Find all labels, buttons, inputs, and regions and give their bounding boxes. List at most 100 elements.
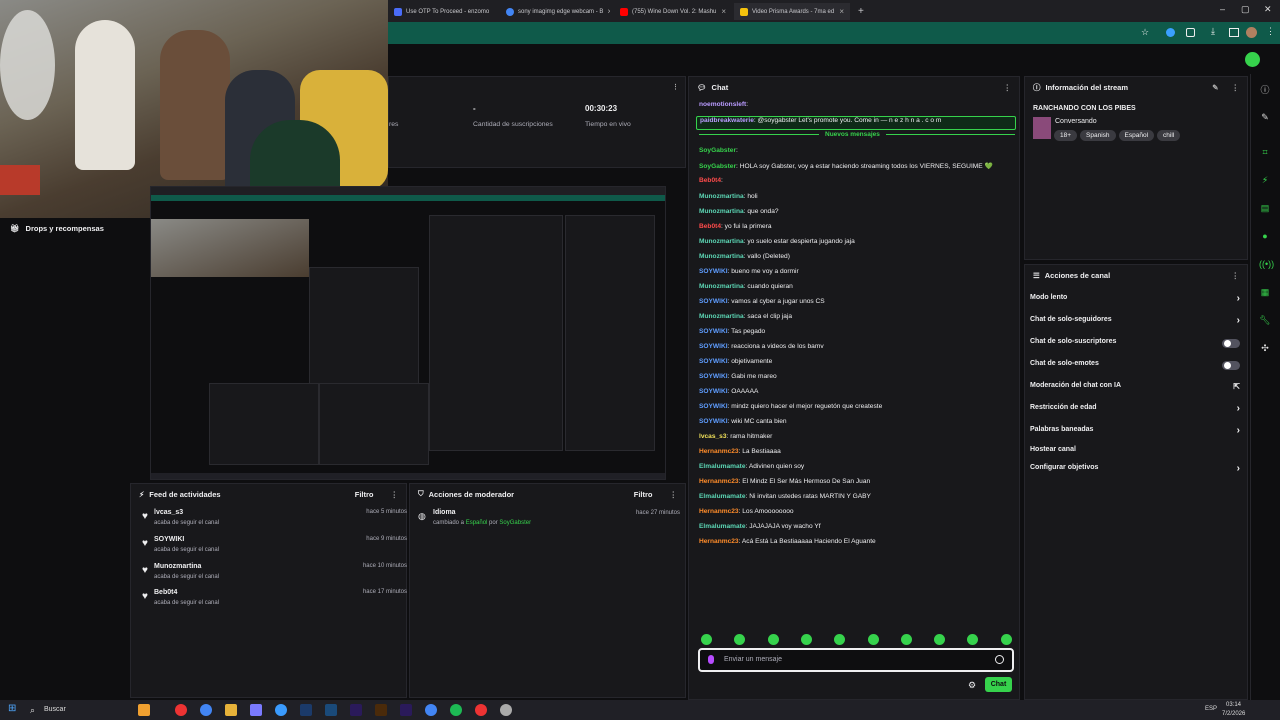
chat-message[interactable]: Elmalumamate: JAJAJAJA voy wacho Yf bbox=[699, 523, 1019, 537]
lightroom-icon[interactable] bbox=[325, 704, 337, 716]
chat-message[interactable]: Munozmartina: yo suelo estar despierta j… bbox=[699, 238, 1019, 252]
tag-chip[interactable]: 18+ bbox=[1054, 130, 1078, 141]
profile-avatar[interactable] bbox=[1246, 27, 1257, 38]
chat-username[interactable]: Elmalumamate bbox=[699, 493, 746, 500]
sidepanel-icon[interactable] bbox=[1229, 28, 1239, 37]
browser-tab-active[interactable]: Video Prisma Awards - 7ma ed × bbox=[734, 3, 850, 20]
close-window-button[interactable]: ✕ bbox=[1264, 4, 1272, 15]
chat-username[interactable]: SoyGabster bbox=[699, 163, 736, 170]
star-icon[interactable]: ☆ bbox=[1141, 27, 1149, 38]
browser-tab[interactable]: sony imagimg edge webcam - B × bbox=[500, 3, 610, 20]
filter-button[interactable]: Filtro bbox=[355, 490, 374, 499]
chat-username[interactable]: SOYWIKI bbox=[699, 298, 728, 305]
chat-username[interactable]: Elmalumamate bbox=[699, 463, 746, 470]
chat-message[interactable]: Beb0t4: yo fui la primera bbox=[699, 223, 1019, 237]
user-avatar[interactable] bbox=[1245, 52, 1260, 67]
chat-message[interactable]: SOYWIKI: reacciona a videos de los bamv bbox=[699, 343, 1019, 357]
channel-action-item[interactable]: Configurar objetivos › bbox=[1030, 464, 1240, 482]
chrome-icon[interactable] bbox=[425, 704, 437, 716]
broadcast-icon[interactable]: ((•)) bbox=[1259, 258, 1274, 270]
emote-icon[interactable] bbox=[701, 634, 712, 645]
channel-action-item[interactable]: Palabras baneadas › bbox=[1030, 426, 1240, 444]
app-icon[interactable] bbox=[250, 704, 262, 716]
external-link-icon[interactable]: ⇱ bbox=[1233, 382, 1240, 392]
chat-message[interactable]: SOYWIKI: Tas pegado bbox=[699, 328, 1019, 342]
drops-header[interactable]: 🎁︎ Drops y recompensas bbox=[10, 224, 104, 233]
chat-message[interactable]: Munozmartina: saca el clip jaja bbox=[699, 313, 1019, 327]
settings-gear-icon[interactable]: ⚙︎ bbox=[968, 680, 976, 691]
photoshop-icon[interactable] bbox=[300, 704, 312, 716]
emote-icon[interactable] bbox=[867, 634, 879, 645]
browser-tab[interactable]: Use OTP To Proceed - enzomo× bbox=[388, 3, 490, 20]
chevron-right-icon[interactable]: › bbox=[1237, 404, 1240, 414]
chat-message[interactable]: Elmalumamate: Adivinen quien soy bbox=[699, 463, 1019, 477]
channel-action-item[interactable]: Chat de solo-seguidores › bbox=[1030, 316, 1240, 334]
chat-message[interactable]: Hernanmc23: Los Amoooooooo bbox=[699, 508, 1019, 522]
close-icon[interactable]: × bbox=[721, 7, 726, 16]
tag-chip[interactable]: chill bbox=[1157, 130, 1181, 141]
copilot-icon[interactable] bbox=[138, 704, 150, 716]
filter-button[interactable]: Filtro bbox=[634, 490, 653, 499]
chevron-right-icon[interactable]: › bbox=[1237, 464, 1240, 474]
chat-message[interactable]: Munozmartina: vallo (Deleted) bbox=[699, 253, 1019, 267]
more-options-icon[interactable]: ⋮ bbox=[1004, 83, 1012, 92]
chat-username[interactable]: Hernanmc23 bbox=[699, 508, 739, 515]
chrome-icon[interactable] bbox=[200, 704, 212, 716]
after-effects-icon[interactable] bbox=[400, 704, 412, 716]
chat-username[interactable]: SOYWIKI bbox=[699, 358, 728, 365]
toggle-switch[interactable] bbox=[1222, 339, 1240, 348]
extension-icon[interactable] bbox=[1166, 28, 1175, 37]
chat-username[interactable]: Hernanmc23 bbox=[699, 448, 739, 455]
edit-icon[interactable]: ✎ bbox=[1212, 83, 1218, 92]
download-icon[interactable]: ⤓ bbox=[1211, 26, 1215, 37]
chat-message[interactable]: Beb0t4: bbox=[699, 177, 1019, 191]
chat-username[interactable]: Munozmartina bbox=[699, 238, 744, 245]
chat-message[interactable]: Elmalumamate: Ni invitan ustedes ratas M… bbox=[699, 493, 1019, 507]
chat-message[interactable]: SOYWIKI: vamos al cyber a jugar unos CS bbox=[699, 298, 1019, 312]
close-icon[interactable]: × bbox=[839, 7, 844, 16]
chat-username[interactable]: Hernanmc23 bbox=[699, 478, 739, 485]
chat-username[interactable]: Hernanmc23 bbox=[699, 538, 739, 545]
channel-action-item[interactable]: Chat de solo-emotes bbox=[1030, 360, 1240, 378]
search-icon[interactable]: ⌕ bbox=[30, 705, 35, 716]
mod-action-item[interactable]: ◍ Idioma cambiado a Español por SoyGabst… bbox=[418, 509, 680, 531]
tag-chip[interactable]: Spanish bbox=[1080, 130, 1116, 141]
chat-username[interactable]: Munozmartina bbox=[699, 253, 744, 260]
chat-username[interactable]: SOYWIKI bbox=[699, 268, 728, 275]
chat-username[interactable]: Beb0t4 bbox=[699, 223, 721, 230]
emote-picker-icon[interactable] bbox=[995, 655, 1004, 664]
file-explorer-icon[interactable] bbox=[225, 704, 237, 716]
feed-item[interactable]: ♥ SOYWIKI acaba de seguir el canal hace 9 m… bbox=[142, 536, 407, 562]
puzzle-icon[interactable] bbox=[1186, 28, 1195, 37]
chat-message[interactable]: Munozmartina: cuando quieran bbox=[699, 283, 1019, 297]
opera-icon[interactable] bbox=[175, 704, 187, 716]
chat-username[interactable]: Munozmartina bbox=[699, 283, 744, 290]
channel-action-item[interactable]: Modo lento › bbox=[1030, 294, 1240, 312]
chat-username[interactable]: SOYWIKI bbox=[699, 418, 728, 425]
edit-icon[interactable]: ✎ bbox=[1259, 111, 1271, 123]
chat-message[interactable]: SoyGabster: bbox=[699, 147, 1019, 161]
channel-action-item[interactable]: Hostear canal bbox=[1030, 446, 1240, 464]
channel-action-item[interactable]: Moderación del chat con IA ⇱ bbox=[1030, 382, 1240, 400]
feed-item[interactable]: ♥ lvcas_s3 acaba de seguir el canal hace 5 … bbox=[142, 509, 407, 535]
send-chat-button[interactable]: Chat bbox=[985, 677, 1012, 692]
chat-message[interactable]: lvcas_s3: rama hitmaker bbox=[699, 433, 1019, 447]
settings-icon[interactable] bbox=[500, 704, 512, 716]
illustrator-icon[interactable] bbox=[375, 704, 387, 716]
emote-icon[interactable] bbox=[1000, 634, 1012, 645]
browser-tab[interactable]: (755) Wine Down Vol. 2: Mashu × bbox=[614, 3, 732, 20]
chat-username[interactable]: Munozmartina bbox=[699, 208, 744, 215]
chat-message[interactable]: Hernanmc23: El Mindz El Ser Más Hermoso … bbox=[699, 478, 1019, 492]
feed-item[interactable]: ♥ Munozmartina acaba de seguir el canal hac… bbox=[142, 563, 407, 589]
chat-username[interactable]: Munozmartina bbox=[699, 313, 744, 320]
channel-action-item[interactable]: Restricción de edad › bbox=[1030, 404, 1240, 422]
more-options-icon[interactable]: ⋮ bbox=[1232, 83, 1240, 92]
chat-message[interactable]: SOYWIKI: bueno me voy a dormir bbox=[699, 268, 1019, 282]
chevron-right-icon[interactable]: › bbox=[1237, 426, 1240, 436]
tag-chip[interactable]: Español bbox=[1118, 130, 1155, 141]
lightning-icon[interactable]: ⚡︎ bbox=[1259, 174, 1271, 186]
more-options-icon[interactable]: ⋮ bbox=[391, 490, 399, 499]
chat-message[interactable]: SOYWIKI: OAAAAA bbox=[699, 388, 1019, 402]
close-icon[interactable]: × bbox=[607, 7, 610, 16]
chat-message[interactable]: Hernanmc23: Acá Está La Bestiaaaaa Hacie… bbox=[699, 538, 1019, 552]
